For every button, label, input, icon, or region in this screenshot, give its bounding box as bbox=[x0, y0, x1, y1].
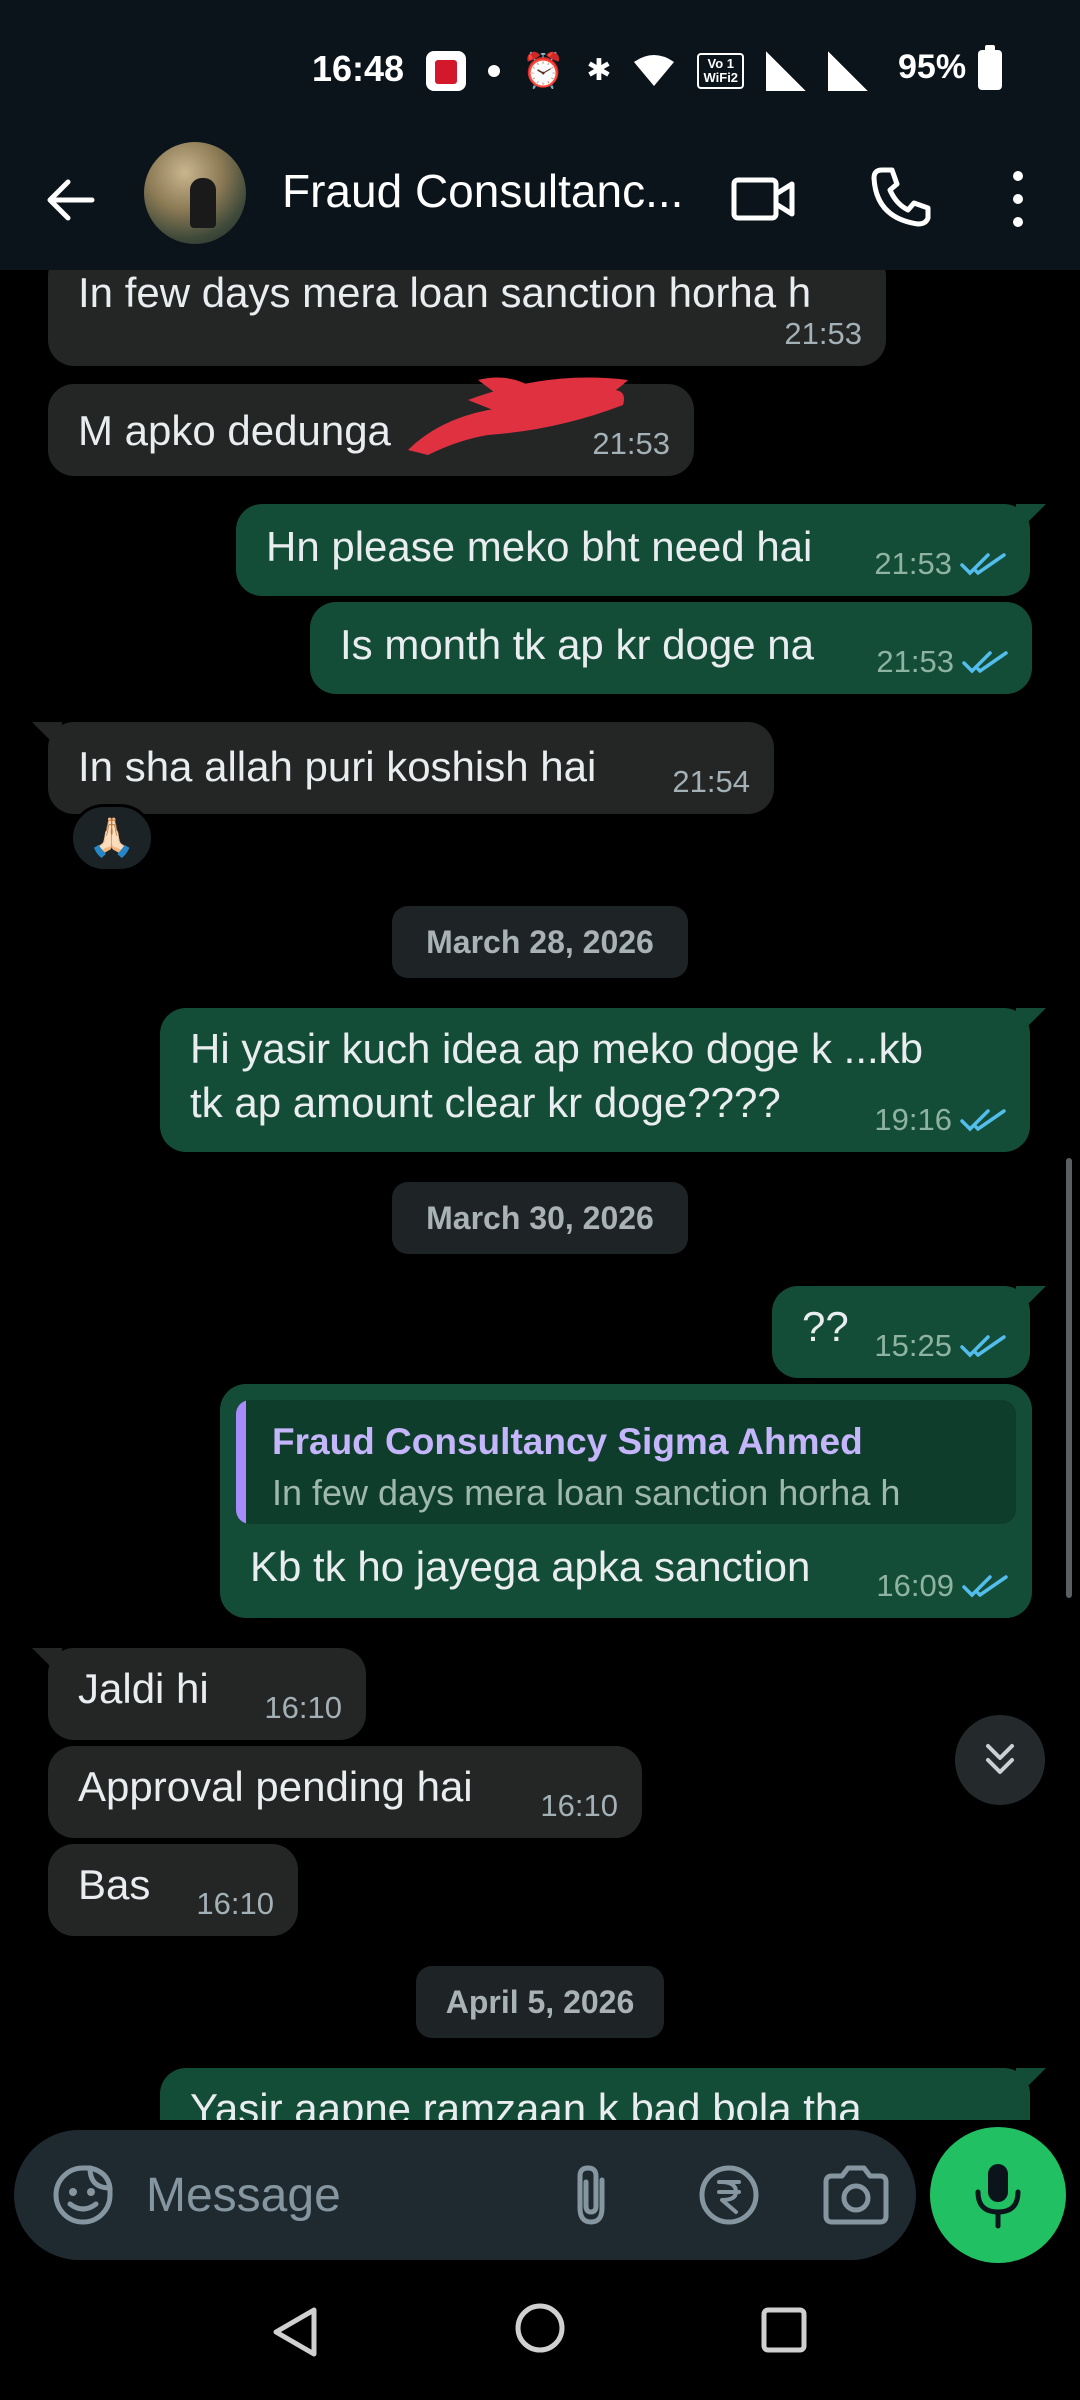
quoted-message[interactable]: Fraud Consultancy Sigma Ahmed In few day… bbox=[236, 1400, 1016, 1524]
shopping-bag-notification-icon bbox=[426, 51, 466, 91]
message-outgoing-reply[interactable]: Fraud Consultancy Sigma Ahmed In few day… bbox=[220, 1384, 1032, 1618]
mic-icon bbox=[975, 2164, 1021, 2229]
contact-avatar[interactable] bbox=[144, 142, 246, 244]
date-divider: April 5, 2026 bbox=[416, 1966, 664, 2038]
quote-accent-bar bbox=[236, 1400, 246, 1524]
system-navigation-bar bbox=[0, 2280, 1080, 2400]
rupee-payment-icon[interactable] bbox=[694, 2160, 764, 2230]
volte-wifi-icon: Vo 1 WiFi2 bbox=[697, 53, 745, 89]
video-call-icon[interactable] bbox=[730, 166, 796, 232]
scrollbar[interactable] bbox=[1066, 1158, 1072, 1598]
message-meta: 16:10 bbox=[196, 1884, 274, 1924]
message-outgoing[interactable]: Hi yasir kuch idea ap meko doge k ...kb … bbox=[160, 1008, 1030, 1152]
read-receipt-icon bbox=[962, 1575, 1008, 1598]
message-text: ?? bbox=[802, 1303, 849, 1350]
wifi-icon bbox=[634, 55, 675, 86]
battery-icon bbox=[978, 45, 1002, 90]
message-text: M apko dedunga bbox=[78, 407, 391, 454]
message-text: Hn please meko bht need hai bbox=[266, 523, 813, 570]
message-time: 16:10 bbox=[540, 1788, 618, 1824]
message-outgoing[interactable]: Yasir aapne ramzaan k bad bola tha bbox=[160, 2068, 1030, 2120]
message-outgoing[interactable]: Hn please meko bht need hai 21:53 bbox=[236, 504, 1030, 596]
emoji-sticker-icon[interactable] bbox=[50, 2162, 116, 2228]
scroll-down-icon bbox=[986, 1744, 1014, 1774]
attach-icon[interactable] bbox=[556, 2160, 626, 2230]
message-time: 21:53 bbox=[876, 644, 954, 680]
quoted-text: In few days mera loan sanction horha h bbox=[272, 1472, 901, 1513]
nav-home-icon[interactable] bbox=[512, 2300, 568, 2356]
message-text: Jaldi hi bbox=[78, 1665, 209, 1712]
message-text: Is month tk ap kr doge na bbox=[340, 621, 814, 668]
status-time: 16:48 bbox=[312, 48, 405, 89]
date-divider: March 28, 2026 bbox=[392, 906, 688, 978]
message-incoming[interactable]: Bas 16:10 bbox=[48, 1844, 298, 1936]
message-time: 21:54 bbox=[672, 764, 750, 800]
message-meta: 21:53 bbox=[876, 642, 1008, 682]
nav-recents-icon[interactable] bbox=[756, 2302, 812, 2358]
signal-sim1-icon bbox=[766, 51, 807, 91]
read-receipt-icon bbox=[960, 553, 1006, 576]
nav-back-icon[interactable] bbox=[268, 2304, 324, 2360]
camera-icon[interactable] bbox=[820, 2160, 892, 2230]
message-time: 16:09 bbox=[876, 1568, 954, 1604]
quoted-sender-name: Fraud Consultancy Sigma Ahmed bbox=[272, 1421, 863, 1462]
message-time: 15:25 bbox=[874, 1328, 952, 1364]
message-incoming[interactable]: Approval pending hai 16:10 bbox=[48, 1746, 642, 1838]
voice-message-button[interactable] bbox=[930, 2127, 1066, 2263]
scroll-to-bottom-button[interactable] bbox=[955, 1715, 1045, 1805]
message-incoming[interactable]: Jaldi hi 16:10 bbox=[48, 1648, 366, 1740]
more-options-icon[interactable] bbox=[1000, 166, 1036, 232]
bluetooth-icon: ✱ bbox=[586, 54, 612, 87]
message-composer bbox=[14, 2130, 916, 2260]
battery-percent: 95% bbox=[898, 48, 967, 86]
message-text: Kb tk ho jayega apka sanction bbox=[250, 1543, 811, 1590]
read-receipt-icon bbox=[962, 651, 1008, 674]
message-text-line1: Hi yasir kuch idea ap meko doge k ...kb bbox=[190, 1025, 924, 1072]
message-time: 21:53 bbox=[784, 316, 862, 352]
message-text: In few days mera loan sanction horha h bbox=[78, 270, 812, 316]
red-scribble-redaction bbox=[408, 377, 628, 455]
message-text: Approval pending hai bbox=[78, 1763, 473, 1810]
message-meta: 16:09 bbox=[876, 1566, 1008, 1606]
date-label: March 28, 2026 bbox=[426, 923, 654, 960]
read-receipt-icon bbox=[960, 1109, 1006, 1132]
voice-call-icon[interactable] bbox=[868, 164, 934, 230]
alarm-icon: ⏰ bbox=[522, 52, 565, 90]
status-bar: 16:48 ⏰ ✱ Vo 1 WiFi2 95% bbox=[0, 0, 1080, 140]
message-time: 19:16 bbox=[874, 1102, 952, 1138]
message-time: 16:10 bbox=[264, 1690, 342, 1726]
chat-messages[interactable]: In few days mera loan sanction horha h 2… bbox=[0, 270, 1080, 2120]
message-meta: 15:25 bbox=[874, 1326, 1006, 1366]
reaction-badge[interactable]: 🙏🏻 bbox=[70, 804, 154, 872]
message-incoming[interactable]: In sha allah puri koshish hai 21:54 bbox=[48, 722, 774, 814]
message-text: Yasir aapne ramzaan k bad bola tha bbox=[190, 2085, 862, 2120]
date-label: April 5, 2026 bbox=[445, 1983, 635, 2020]
message-meta: 21:54 bbox=[672, 762, 750, 802]
signal-sim2-icon bbox=[828, 51, 869, 91]
contact-name[interactable]: Fraud Consultanc... bbox=[282, 164, 702, 218]
message-meta: 16:10 bbox=[264, 1688, 342, 1728]
status-icons: ⏰ ✱ Vo 1 WiFi2 bbox=[426, 50, 869, 92]
message-text-line2: tk ap amount clear kr doge???? bbox=[190, 1079, 781, 1126]
message-meta: 21:53 bbox=[784, 314, 862, 354]
message-text: In sha allah puri koshish hai bbox=[78, 743, 597, 790]
message-meta: 16:10 bbox=[540, 1786, 618, 1826]
message-outgoing[interactable]: ?? 15:25 bbox=[772, 1286, 1030, 1378]
back-arrow-icon[interactable] bbox=[40, 170, 100, 230]
message-text: Bas bbox=[78, 1861, 151, 1908]
notification-dot-icon bbox=[488, 65, 500, 77]
date-divider: March 30, 2026 bbox=[392, 1182, 688, 1254]
message-time: 16:10 bbox=[196, 1886, 274, 1922]
message-outgoing[interactable]: Is month tk ap kr doge na 21:53 bbox=[310, 602, 1032, 694]
message-meta: 21:53 bbox=[874, 544, 1006, 584]
message-meta: 19:16 bbox=[874, 1100, 1006, 1140]
date-label: March 30, 2026 bbox=[426, 1199, 654, 1236]
message-input[interactable] bbox=[146, 2160, 526, 2230]
folded-hands-emoji: 🙏🏻 bbox=[88, 817, 136, 859]
message-time: 21:53 bbox=[874, 546, 952, 582]
read-receipt-icon bbox=[960, 1335, 1006, 1358]
